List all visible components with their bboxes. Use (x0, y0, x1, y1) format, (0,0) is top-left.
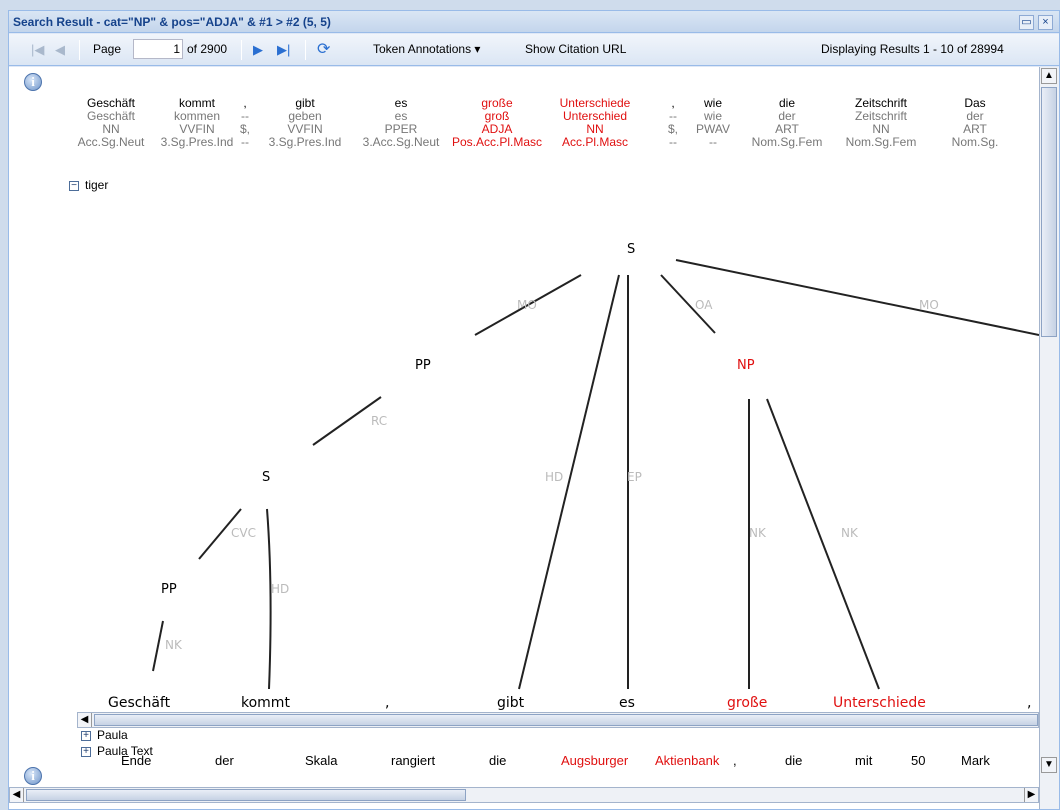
next-page-icon[interactable]: ▶ (253, 42, 263, 58)
tree-horizontal-scrollbar[interactable]: ◀ (77, 712, 1039, 728)
edge-label-mo: MO (517, 298, 537, 312)
edge-label-ep: EP (627, 470, 642, 484)
results-horizontal-scrollbar[interactable]: ◀ ▶ (9, 787, 1039, 803)
scroll-left-icon[interactable]: ◀ (78, 713, 92, 727)
close-icon[interactable]: × (1038, 15, 1053, 30)
result-token: der (215, 753, 234, 768)
result-token: Ende (121, 753, 152, 768)
search-result-window: Search Result - cat="NP" & pos="ADJA" & … (8, 10, 1060, 810)
syntax-tree: S PP NP S PP MO OA MO RC HD EP NK NK CVC… (108, 242, 1039, 711)
edge-label-rc: RC (371, 414, 387, 428)
expand-icon[interactable]: + (81, 747, 91, 757)
paula-layer-label: Paula (97, 728, 128, 742)
tree-leaf: es (619, 695, 635, 711)
result-token: 50 (911, 753, 926, 768)
last-page-icon[interactable]: ▶| (277, 42, 290, 58)
edge-label-nk-2: NK (841, 526, 859, 540)
displaying-results-text: Displaying Results 1 - 10 of 28994 (821, 42, 1004, 56)
scroll-up-icon[interactable]: ▲ (1041, 68, 1057, 84)
results-vertical-scrollbar[interactable]: ▲ ▼ (1039, 67, 1059, 809)
tree-leaf: gibt (497, 695, 525, 711)
tree-leaf: , (1027, 695, 1031, 711)
page-count: of 2900 (187, 42, 228, 56)
info-icon[interactable]: i (24, 767, 42, 785)
restore-icon[interactable]: ▭ (1019, 15, 1034, 30)
result-token: die (489, 753, 507, 768)
result-token-highlighted: Augsburger (561, 753, 629, 768)
scrollbar-thumb[interactable] (26, 789, 466, 801)
window-title: Search Result - cat="NP" & pos="ADJA" & … (13, 15, 331, 29)
tree-leaf: , (385, 695, 389, 711)
scroll-down-icon[interactable]: ▼ (1041, 757, 1057, 773)
first-page-icon[interactable]: |◀ (31, 42, 44, 58)
edge-label-mo-right: MO (919, 298, 939, 312)
result-token: , (733, 753, 737, 768)
edge-label-hd: HD (545, 470, 563, 484)
result-token-highlighted: Aktienbank (655, 753, 720, 768)
tree-leaf-highlighted: große (727, 695, 767, 711)
result-token: Skala (305, 753, 338, 768)
show-citation-url-button[interactable]: Show Citation URL (525, 42, 626, 56)
page-label: Page (93, 42, 122, 56)
result-token: die (785, 753, 803, 768)
scroll-right-icon[interactable]: ▶ (1024, 788, 1038, 802)
paging-toolbar: |◀ ◀ Page of 2900 ▶ ▶| ⟳ Token Annotatio… (9, 34, 1059, 66)
token-annotations-menu[interactable]: Token Annotations ▾ (373, 42, 480, 56)
tree-leaf-highlighted: Unterschiede (833, 695, 926, 711)
tree-node-pp-lower: PP (161, 582, 177, 597)
tree-node-s-root: S (627, 242, 635, 257)
tree-leaf: Geschäft (108, 695, 171, 711)
tree-node-s-relative: S (262, 470, 270, 485)
result-token: Mark (961, 753, 990, 768)
prev-page-icon[interactable]: ◀ (55, 42, 65, 58)
tree-node-pp: PP (415, 358, 431, 373)
scrollbar-thumb[interactable] (1041, 87, 1057, 337)
refresh-icon[interactable]: ⟳ (317, 39, 330, 59)
title-bar: Search Result - cat="NP" & pos="ADJA" & … (9, 11, 1059, 33)
results-panel: i Geschäft Geschäft NN Acc.Sg.Neut kommt komm… (9, 67, 1039, 809)
edge-label-oa: OA (695, 298, 713, 312)
expand-icon[interactable]: + (81, 731, 91, 741)
result-token: rangiert (391, 753, 436, 768)
edge-label-nk: NK (749, 526, 767, 540)
edge-label-cvc: CVC (231, 526, 256, 540)
tree-leaf: kommt (241, 695, 290, 711)
page-number-input[interactable] (133, 39, 183, 59)
tree-node-np: NP (737, 358, 755, 373)
scrollbar-thumb[interactable] (94, 714, 1038, 726)
result-token: mit (855, 753, 873, 768)
scroll-left-icon[interactable]: ◀ (10, 788, 24, 802)
edge-label-hd-2: HD (271, 582, 289, 596)
edge-label-nk-3: NK (165, 638, 183, 652)
